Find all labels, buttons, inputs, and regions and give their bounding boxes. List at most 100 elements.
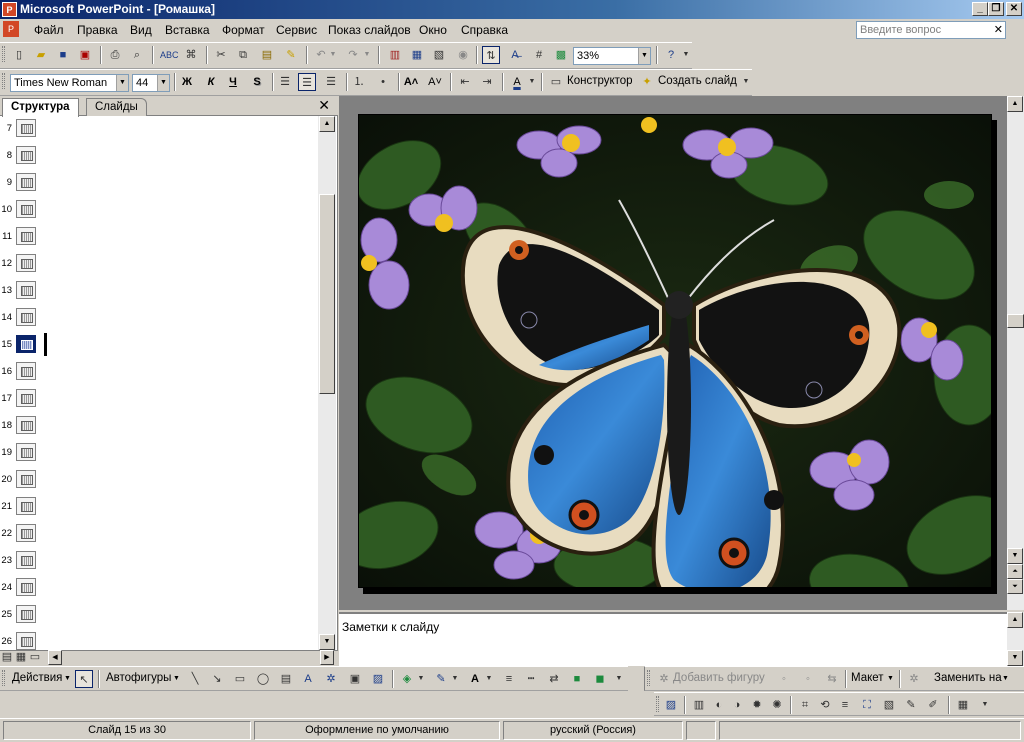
slide-icon[interactable] (16, 497, 36, 515)
3d-style-icon[interactable]: ◼ (591, 670, 609, 688)
line-icon[interactable]: ╲ (186, 670, 204, 688)
change-to-menu[interactable]: Заменить на (934, 672, 1002, 684)
outline-row-17[interactable]: 17 (0, 386, 318, 413)
tab-slides[interactable]: Слайды (86, 98, 147, 116)
numbered-list-icon[interactable]: ⒈ (350, 73, 368, 91)
less-brightness-icon[interactable]: ✺ (768, 696, 786, 714)
shadow-button[interactable]: S (248, 73, 266, 91)
outline-row-20[interactable]: 20 (0, 467, 318, 494)
clipart-icon[interactable]: ▣ (346, 670, 364, 688)
menu-help[interactable]: Справка (461, 23, 508, 37)
compress-icon[interactable]: ⛶ (858, 696, 876, 714)
font-color-icon[interactable]: A (466, 670, 484, 688)
align-right-icon[interactable]: ☰ (322, 73, 340, 91)
menu-insert[interactable]: Вставка (165, 23, 210, 37)
slide-icon[interactable] (16, 524, 36, 542)
outline-row-19[interactable]: 19 (0, 440, 318, 467)
tab-outline[interactable]: Структура (2, 98, 79, 117)
chevron-down-icon[interactable]: ▼ (157, 75, 169, 91)
insert-chart-icon[interactable]: ▥ (386, 46, 404, 64)
slideshow-icon[interactable]: ▭ (28, 650, 42, 664)
align-center-icon[interactable]: ☰ (298, 73, 316, 91)
slide-icon[interactable] (16, 281, 36, 299)
chevron-down-icon[interactable]: ▼ (173, 675, 180, 682)
insert-table-icon[interactable]: ▦ (408, 46, 426, 64)
chevron-down-icon[interactable]: ▼ (64, 675, 71, 682)
add-shape-icon[interactable]: ✲ (655, 670, 673, 688)
outline-row-8[interactable]: 8 (0, 143, 318, 170)
outline-row-15-selected[interactable]: 15 (0, 332, 318, 359)
rectangle-icon[interactable]: ▭ (231, 670, 249, 688)
more-brightness-icon[interactable]: ✹ (748, 696, 766, 714)
slide-icon[interactable] (16, 173, 36, 191)
scroll-right-icon[interactable]: ▶ (320, 650, 334, 665)
toolbar-options-icon[interactable]: ▼ (742, 73, 750, 91)
line-style-icon[interactable]: ≡ (836, 696, 854, 714)
print-preview-icon[interactable]: ⌕ (128, 46, 146, 64)
permission-icon[interactable]: ▣ (76, 46, 94, 64)
design-button[interactable]: Конструктор (567, 75, 633, 87)
autoformat-icon[interactable]: ✲ (905, 670, 923, 688)
toolbar-options-icon[interactable]: ▼ (614, 670, 624, 688)
redo-dropdown-icon[interactable]: ▼ (362, 46, 372, 64)
ask-question-field[interactable]: Введите вопрос ✕ (856, 21, 1006, 39)
font-select[interactable]: Times New Roman ▼ (10, 74, 129, 92)
actions-menu[interactable]: Действия (12, 672, 62, 684)
outline-row-22[interactable]: 22 (0, 521, 318, 548)
help-icon[interactable]: ? (662, 46, 680, 64)
outline-row-21[interactable]: 21 (0, 494, 318, 521)
bold-button[interactable]: Ж (178, 73, 196, 91)
slide-icon[interactable] (16, 146, 36, 164)
slide-icon[interactable] (16, 254, 36, 272)
menu-format[interactable]: Формат (222, 23, 265, 37)
outline-row-26[interactable]: 26 (0, 629, 318, 650)
expand-all-icon[interactable]: ⇅ (482, 46, 500, 64)
line-style-icon[interactable]: ≡ (500, 670, 518, 688)
more-contrast-icon[interactable]: ◐ (710, 696, 728, 714)
scroll-thumb[interactable] (319, 194, 335, 394)
less-contrast-icon[interactable]: ◑ (728, 696, 746, 714)
slide-icon[interactable] (16, 632, 36, 650)
reset-picture-icon[interactable]: ▦ (954, 696, 972, 714)
font-color-dropdown-icon[interactable]: ▼ (527, 73, 537, 91)
slide-icon[interactable] (16, 443, 36, 461)
menu-window[interactable]: Окно (419, 23, 447, 37)
maximize-button[interactable]: ❐ (988, 2, 1004, 16)
align-left-icon[interactable]: ☰ (276, 73, 294, 91)
chevron-down-icon[interactable]: ▼ (116, 75, 128, 91)
chevron-down-icon[interactable]: ▼ (887, 675, 894, 682)
chevron-down-icon[interactable]: ▼ (416, 670, 426, 688)
show-grid-icon[interactable]: # (530, 46, 548, 64)
spelling-icon[interactable]: ABC (160, 46, 179, 64)
paste-icon[interactable]: ▤ (258, 46, 276, 64)
oval-icon[interactable]: ◯ (254, 670, 272, 688)
normal-view-icon[interactable]: ▤ (0, 650, 14, 664)
menu-slideshow[interactable]: Показ слайдов (328, 23, 411, 37)
outline-row-25[interactable]: 25 (0, 602, 318, 629)
outline-row-11[interactable]: 11 (0, 224, 318, 251)
slide-icon[interactable] (16, 308, 36, 326)
slide-sorter-icon[interactable]: ▦ (14, 650, 28, 664)
slide-icon[interactable] (16, 362, 36, 380)
notes-scrollbar[interactable]: ▲ ▼ (1007, 612, 1024, 666)
scroll-up-icon[interactable]: ▲ (319, 116, 335, 132)
slide-icon[interactable] (16, 551, 36, 569)
format-picture-icon[interactable]: ✎ (902, 696, 920, 714)
show-formatting-icon[interactable]: A̶ (506, 46, 524, 64)
move-forward-icon[interactable]: ◦ (799, 670, 817, 688)
menu-tools[interactable]: Сервис (276, 23, 317, 37)
toolbar-options-icon[interactable]: ▼ (682, 46, 690, 64)
copy-icon[interactable]: ⧉ (234, 46, 252, 64)
italic-button[interactable]: К (202, 73, 220, 91)
bulleted-list-icon[interactable]: • (374, 73, 392, 91)
font-size-select[interactable]: 44 ▼ (132, 74, 170, 92)
outline-row-7[interactable]: 7 (0, 116, 318, 143)
outline-row-24[interactable]: 24 (0, 575, 318, 602)
next-slide-icon[interactable]: ⏷ (1007, 579, 1023, 594)
diagram-icon[interactable]: ✲ (322, 670, 340, 688)
scroll-left-icon[interactable]: ◀ (48, 650, 62, 665)
slide-canvas[interactable] (358, 114, 992, 588)
design-icon[interactable]: ▭ (547, 73, 565, 91)
slide-scrollbar[interactable]: ▲ ▼ ⏶ ⏷ (1007, 96, 1024, 610)
new-slide-button[interactable]: Создать слайд (658, 75, 737, 87)
